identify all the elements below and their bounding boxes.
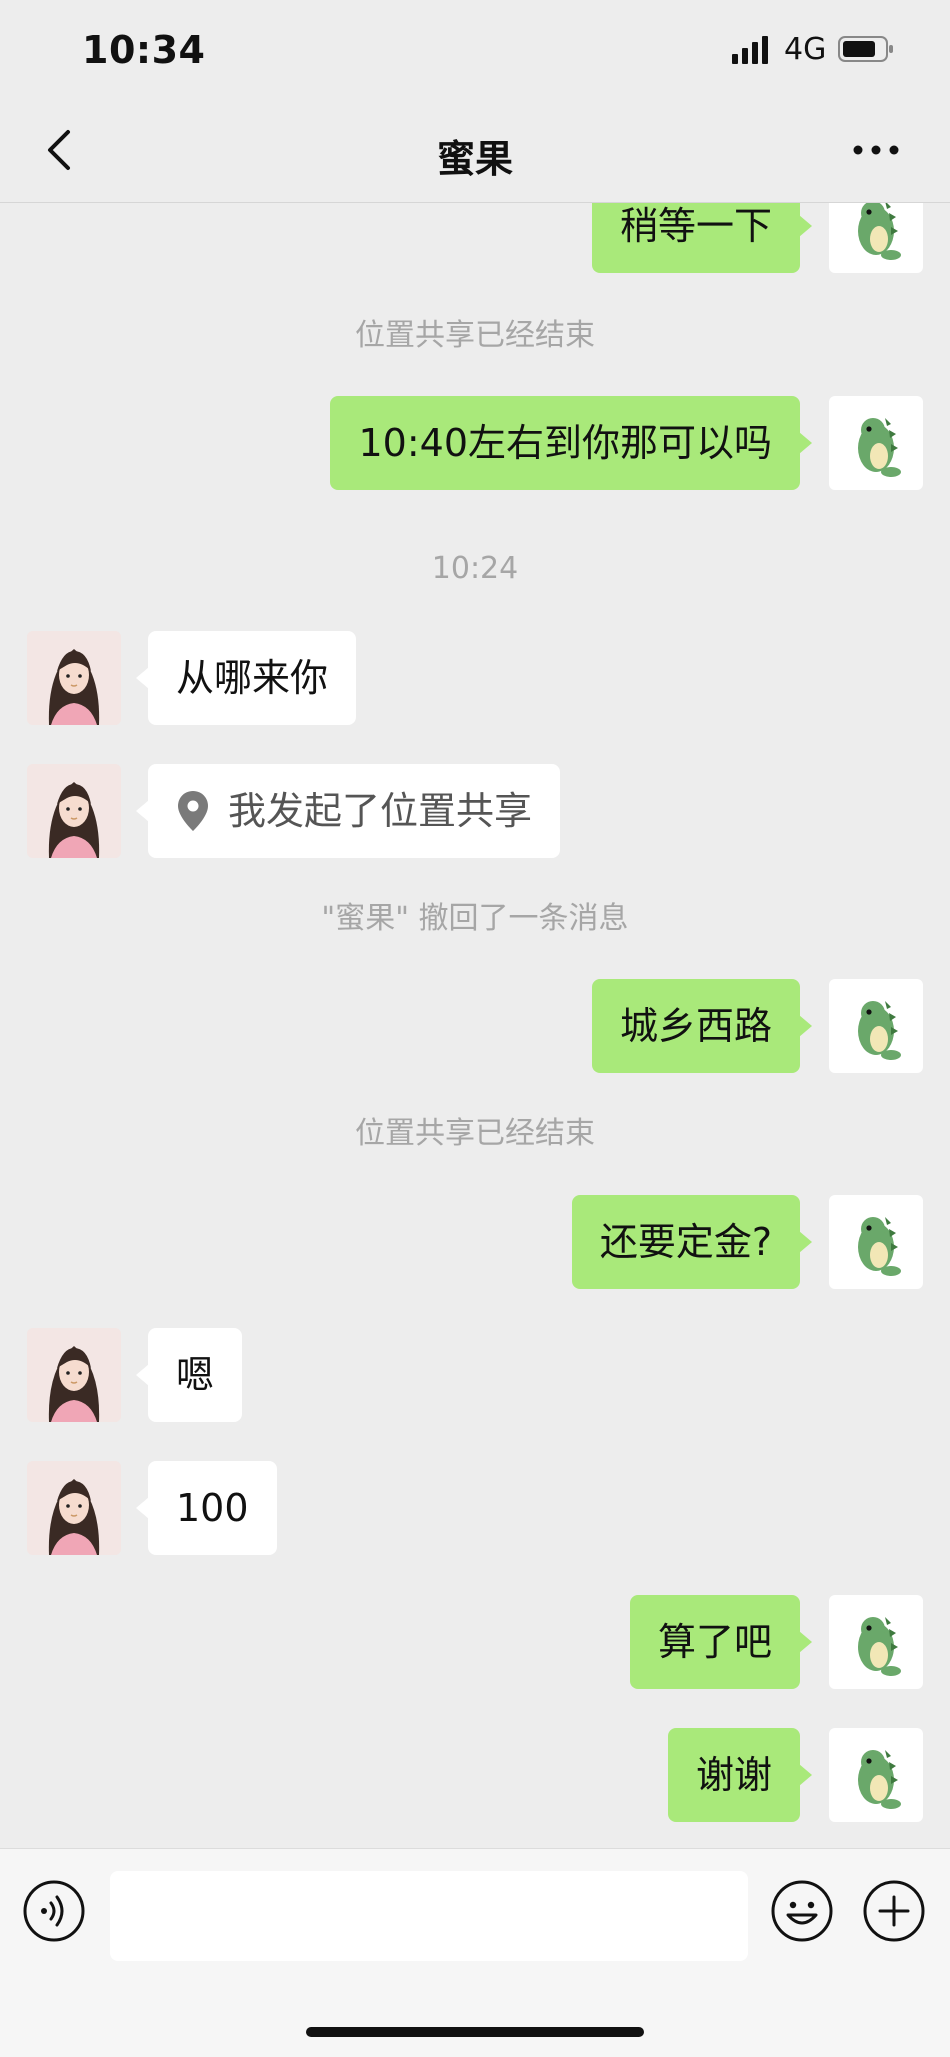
girl-avatar-icon <box>27 631 121 725</box>
system-notice: 位置共享已经结束 <box>355 318 595 353</box>
dinosaur-icon <box>858 203 901 260</box>
battery-icon <box>838 36 893 62</box>
contact-avatar[interactable] <box>27 1461 121 1555</box>
signal-icon <box>732 36 768 64</box>
nav-bar: 蜜果 <box>0 100 950 203</box>
location-share-text: 我发起了位置共享 <box>228 789 533 833</box>
girl-avatar-icon <box>27 1461 121 1555</box>
emoji-icon[interactable] <box>770 1879 834 1943</box>
contact-avatar[interactable] <box>27 764 121 858</box>
voice-input-icon[interactable] <box>22 1879 86 1943</box>
message-bubble-received[interactable]: 嗯 <box>135 1328 243 1422</box>
girl-avatar-icon <box>27 764 121 858</box>
my-avatar[interactable] <box>829 203 923 273</box>
my-avatar[interactable] <box>829 1595 923 1689</box>
input-bar <box>0 1848 950 2057</box>
message-bubble-received[interactable]: 从哪来你 <box>135 631 357 725</box>
dinosaur-icon <box>858 1617 901 1676</box>
my-avatar[interactable] <box>829 396 923 490</box>
contact-avatar[interactable] <box>27 1328 121 1422</box>
system-notice: 位置共享已经结束 <box>355 1116 595 1151</box>
message-bubble-received[interactable]: 100 <box>136 1461 277 1555</box>
location-pin-icon <box>178 790 208 831</box>
message-bubble-sent[interactable]: 算了吧 <box>629 1595 813 1689</box>
timestamp: 10:24 <box>431 551 519 586</box>
more-icon[interactable] <box>846 120 906 180</box>
system-notice: "蜜果" 撤回了一条消息 <box>321 901 629 936</box>
my-avatar[interactable] <box>829 979 923 1073</box>
girl-avatar-icon <box>27 1328 121 1422</box>
my-avatar[interactable] <box>829 1728 923 1822</box>
dinosaur-icon <box>858 1217 901 1276</box>
message-bubble-sent[interactable]: 10:40左右到你那可以吗 <box>330 396 812 490</box>
network-type: 4G <box>784 32 827 67</box>
dinosaur-icon <box>858 1001 901 1060</box>
message-bubble-sent[interactable]: 谢谢 <box>667 1728 813 1822</box>
location-share-bubble[interactable]: 我发起了位置共享 <box>135 764 561 858</box>
contact-avatar[interactable] <box>27 631 121 725</box>
message-bubble-sent[interactable]: 还要定金? <box>571 1195 813 1289</box>
page-title: 蜜果 <box>436 137 513 181</box>
chat-list: 稍等一下 位置共享已经结束 10:40左右到你那可以吗 10:24 从哪来你 我… <box>0 203 950 1848</box>
dinosaur-icon <box>858 418 901 477</box>
message-bubble-sent[interactable]: 城乡西路 <box>591 979 813 1073</box>
my-avatar[interactable] <box>829 1195 923 1289</box>
status-bar: 10:34 4G <box>0 0 950 100</box>
status-time: 10:34 <box>82 28 206 72</box>
message-input[interactable] <box>110 1871 748 1961</box>
home-indicator <box>306 2027 644 2037</box>
plus-icon[interactable] <box>862 1879 926 1943</box>
message-bubble-sent[interactable]: 稍等一下 <box>591 203 813 273</box>
dinosaur-icon <box>858 1750 901 1809</box>
